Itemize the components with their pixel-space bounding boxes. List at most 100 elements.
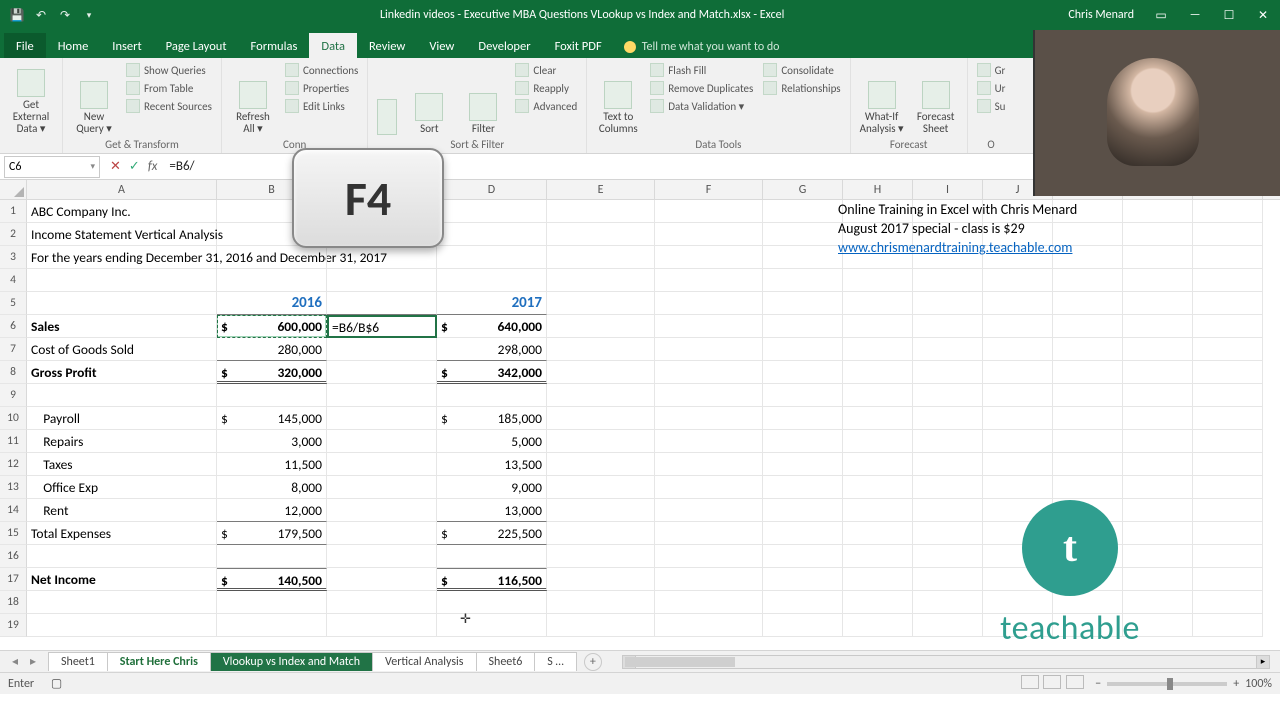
cell[interactable]: 8,000	[217, 476, 327, 499]
tell-me[interactable]: Tell me what you want to do	[614, 36, 790, 58]
cell[interactable]: 13,000	[437, 499, 547, 522]
undo-icon[interactable]: ↶	[32, 6, 50, 24]
account-name[interactable]: Chris Menard	[1058, 8, 1144, 22]
close-icon[interactable]: ✕	[1246, 0, 1280, 30]
cell[interactable]	[27, 614, 217, 637]
cell[interactable]	[913, 269, 983, 292]
cell[interactable]: Income Statement Vertical Analysis	[27, 223, 217, 246]
cell[interactable]	[1123, 315, 1193, 338]
show-queries-button[interactable]: Show Queries	[123, 62, 215, 78]
row-header[interactable]: 8	[0, 361, 27, 384]
cell[interactable]: $140,500	[217, 568, 327, 591]
row-header[interactable]: 16	[0, 545, 27, 568]
save-icon[interactable]: 💾	[8, 6, 26, 24]
what-if-button[interactable]: What-If Analysis ▾	[857, 60, 907, 137]
cell[interactable]	[655, 591, 763, 614]
cell[interactable]	[655, 522, 763, 545]
cell[interactable]	[547, 361, 655, 384]
cell[interactable]	[1053, 292, 1123, 315]
cell[interactable]	[1193, 269, 1263, 292]
cell[interactable]	[547, 614, 655, 637]
get-external-data-button[interactable]: Get External Data ▾	[6, 60, 56, 137]
tab-developer[interactable]: Developer	[466, 33, 542, 58]
row-header[interactable]: 11	[0, 430, 27, 453]
recent-sources-button[interactable]: Recent Sources	[123, 98, 215, 114]
tab-formulas[interactable]: Formulas	[239, 33, 310, 58]
col-I[interactable]: I	[913, 180, 983, 199]
cell[interactable]	[763, 453, 843, 476]
cell[interactable]	[843, 499, 913, 522]
cell[interactable]	[1123, 269, 1193, 292]
cell[interactable]	[843, 361, 913, 384]
cell[interactable]	[547, 200, 655, 223]
tab-nav-first-icon[interactable]: ◂	[8, 654, 22, 669]
cell[interactable]	[763, 499, 843, 522]
customize-qat-icon[interactable]: ▾	[80, 6, 98, 24]
cell[interactable]: 298,000	[437, 338, 547, 361]
reapply-button[interactable]: Reapply	[512, 80, 580, 96]
cell[interactable]: 12,000	[217, 499, 327, 522]
group-button[interactable]: Gr	[974, 62, 1009, 78]
cell[interactable]	[327, 499, 437, 522]
data-validation-button[interactable]: Data Validation ▾	[647, 98, 756, 114]
cell[interactable]	[1053, 384, 1123, 407]
cell[interactable]	[913, 384, 983, 407]
sheet-tab[interactable]: S …	[534, 652, 577, 671]
cell[interactable]	[217, 269, 327, 292]
cell[interactable]	[1193, 568, 1263, 591]
cell[interactable]	[1193, 522, 1263, 545]
new-sheet-button[interactable]: +	[584, 653, 602, 671]
zoom-in-icon[interactable]: +	[1233, 677, 1239, 691]
maximize-icon[interactable]: ☐	[1212, 0, 1246, 30]
cell[interactable]	[655, 407, 763, 430]
cell[interactable]	[843, 522, 913, 545]
tab-foxit[interactable]: Foxit PDF	[543, 33, 614, 58]
tab-insert[interactable]: Insert	[100, 33, 153, 58]
cell[interactable]	[843, 568, 913, 591]
cell[interactable]: $225,500	[437, 522, 547, 545]
cell[interactable]	[655, 476, 763, 499]
cell[interactable]	[983, 338, 1053, 361]
cell[interactable]: 5,000	[437, 430, 547, 453]
cell[interactable]	[547, 476, 655, 499]
sheet-tab[interactable]: Vertical Analysis	[372, 652, 476, 671]
cell[interactable]	[547, 522, 655, 545]
cell[interactable]	[1123, 407, 1193, 430]
cell[interactable]	[913, 453, 983, 476]
cell[interactable]	[1193, 453, 1263, 476]
cell[interactable]	[763, 292, 843, 315]
properties-button[interactable]: Properties	[282, 80, 361, 96]
cell[interactable]	[843, 476, 913, 499]
cell[interactable]	[843, 430, 913, 453]
row-header[interactable]: 18	[0, 591, 27, 614]
normal-view-icon[interactable]	[1021, 675, 1039, 689]
col-F[interactable]: F	[655, 180, 763, 199]
cell[interactable]: Total Expenses	[27, 522, 217, 545]
cell[interactable]	[763, 338, 843, 361]
cell[interactable]	[983, 315, 1053, 338]
name-box[interactable]: C6 ▾	[4, 156, 100, 178]
cell[interactable]	[1053, 453, 1123, 476]
cell[interactable]	[983, 407, 1053, 430]
cell[interactable]	[913, 430, 983, 453]
cell[interactable]	[763, 476, 843, 499]
cell[interactable]	[655, 292, 763, 315]
cell[interactable]	[1193, 430, 1263, 453]
tab-data[interactable]: Data	[309, 33, 357, 58]
cell[interactable]	[547, 223, 655, 246]
cell[interactable]: 11,500	[217, 453, 327, 476]
sort-button[interactable]: Sort	[404, 60, 454, 137]
cell[interactable]	[1123, 476, 1193, 499]
cell[interactable]	[327, 338, 437, 361]
cell[interactable]	[913, 361, 983, 384]
cell[interactable]	[655, 269, 763, 292]
col-E[interactable]: E	[547, 180, 655, 199]
cell[interactable]: 9,000	[437, 476, 547, 499]
cell[interactable]	[327, 476, 437, 499]
tab-view[interactable]: View	[417, 33, 466, 58]
cell[interactable]	[983, 361, 1053, 384]
text-to-columns-button[interactable]: Text to Columns	[593, 60, 643, 137]
cell[interactable]	[913, 476, 983, 499]
col-G[interactable]: G	[763, 180, 843, 199]
cell[interactable]	[1193, 614, 1263, 637]
